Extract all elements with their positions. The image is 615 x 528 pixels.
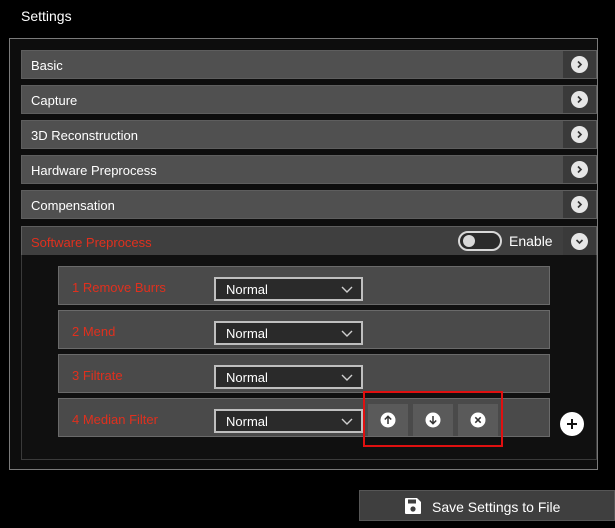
highlight-box [363,391,503,447]
toggle-knob [463,235,475,247]
section-label: Hardware Preprocess [31,163,157,178]
step-label: 4 Median Filter [72,412,158,427]
chevron-down-icon [341,418,353,425]
section-label: Compensation [31,198,115,213]
section-label: Basic [31,58,63,73]
section-label: Capture [31,93,78,108]
step-mode-value: Normal [226,414,268,429]
expand-button[interactable] [563,156,596,183]
chevron-right-icon [571,161,588,178]
step-mode-select[interactable]: Normal [214,321,363,345]
floppy-disk-icon [405,498,421,514]
expand-button[interactable] [563,51,596,78]
chevron-right-icon [571,91,588,108]
expand-button[interactable] [563,121,596,148]
step-mode-value: Normal [226,370,268,385]
preprocess-step: 3 Filtrate Normal [58,354,550,393]
expand-button[interactable] [563,86,596,113]
add-step-button[interactable] [560,412,584,436]
chevron-down-icon [341,286,353,293]
section-basic[interactable]: Basic [21,50,597,79]
save-settings-button[interactable]: Save Settings to File [359,490,615,521]
preprocess-step: 1 Remove Burrs Normal [58,266,550,305]
section-label: 3D Reconstruction [31,128,138,143]
collapse-button[interactable] [563,227,596,255]
preprocess-step: 2 Mend Normal [58,310,550,349]
section-compensation[interactable]: Compensation [21,190,597,219]
step-mode-select[interactable]: Normal [214,409,363,433]
chevron-down-icon [571,232,588,250]
section-software-preprocess[interactable]: Software Preprocess Enable [21,226,597,256]
chevron-down-icon [341,330,353,337]
section-label: Software Preprocess [31,235,152,250]
step-label: 3 Filtrate [72,368,123,383]
section-hardware-preprocess[interactable]: Hardware Preprocess [21,155,597,184]
step-label: 1 Remove Burrs [72,280,166,295]
chevron-down-icon [341,374,353,381]
enable-toggle[interactable] [458,231,502,251]
chevron-right-icon [571,196,588,213]
expand-button[interactable] [563,191,596,218]
step-mode-select[interactable]: Normal [214,365,363,389]
settings-window: Settings Basic Capture 3D Reconstruction… [0,0,615,528]
chevron-right-icon [571,126,588,143]
plus-icon [567,419,577,429]
section-3d-reconstruction[interactable]: 3D Reconstruction [21,120,597,149]
step-mode-value: Normal [226,282,268,297]
step-label: 2 Mend [72,324,116,339]
step-mode-select[interactable]: Normal [214,277,363,301]
save-button-label: Save Settings to File [432,499,561,515]
section-capture[interactable]: Capture [21,85,597,114]
step-mode-value: Normal [226,326,268,341]
chevron-right-icon [571,56,588,73]
window-title: Settings [21,8,72,24]
enable-label: Enable [509,233,553,249]
